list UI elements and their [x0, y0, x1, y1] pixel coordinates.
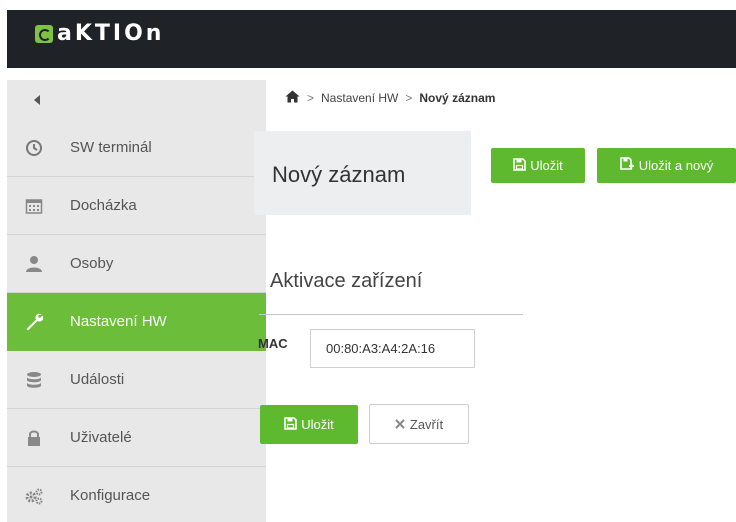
lock-icon	[24, 428, 44, 448]
breadcrumb-current: Nový záznam	[419, 91, 496, 105]
top-bar: aKTIOn	[0, 0, 736, 68]
gears-icon	[24, 486, 44, 506]
sidebar-item-konfigurace[interactable]: Konfigurace	[7, 467, 266, 522]
mac-label: MAC	[258, 336, 288, 351]
page-title: Nový záznam	[272, 162, 406, 187]
chevron-left-icon	[34, 94, 40, 105]
logo[interactable]: aKTIOn	[35, 21, 164, 46]
person-icon	[24, 254, 44, 274]
breadcrumb-link-nastaveni-hw[interactable]: Nastavení HW	[321, 91, 398, 105]
section-title: Aktivace zařízení	[270, 270, 423, 292]
floppy-icon	[513, 157, 527, 174]
save-button-label: Uložit	[530, 158, 563, 173]
wrench-icon	[24, 312, 44, 332]
sidebar-item-label: Události	[70, 371, 125, 388]
sidebar-item-label: Docházka	[70, 197, 137, 214]
sidebar-item-label: Uživatelé	[70, 429, 132, 446]
logo-text: aKTIOn	[57, 21, 165, 46]
sidebar-item-uzivatele[interactable]: Uživatelé	[7, 409, 266, 467]
section-divider	[259, 314, 523, 315]
close-icon	[395, 419, 405, 429]
home-icon[interactable]	[285, 90, 300, 106]
save-button[interactable]: Uložit	[491, 148, 585, 183]
sidebar-item-label: Konfigurace	[70, 487, 151, 504]
database-icon	[24, 370, 44, 390]
floppy-icon	[284, 416, 298, 433]
sidebar-item-nastaveni-hw[interactable]: Nastavení HW	[7, 293, 266, 351]
sidebar-item-osoby[interactable]: Osoby	[7, 235, 266, 293]
sidebar-item-label: SW terminál	[70, 139, 152, 156]
logo-icon	[35, 24, 53, 43]
clock-icon	[24, 138, 44, 158]
header: aKTIOn	[7, 10, 736, 68]
form-save-button-label: Uložit	[301, 417, 334, 432]
sidebar-item-label: Nastavení HW	[70, 313, 167, 330]
sidebar-item-label: Osoby	[70, 255, 114, 272]
save-and-new-button-label: Uložit a nový	[638, 158, 714, 173]
sidebar: SW terminál Docházka Osoby Nastavení HW …	[7, 80, 266, 522]
form-save-button[interactable]: Uložit	[260, 405, 358, 444]
sidebar-item-sw-terminal[interactable]: SW terminál	[7, 119, 266, 177]
calendar-icon	[24, 196, 44, 216]
close-button[interactable]: Zavřít	[369, 404, 469, 444]
close-button-label: Zavřít	[409, 416, 444, 432]
save-and-new-button[interactable]: Uložit a nový	[597, 148, 736, 183]
breadcrumb-separator: >	[307, 91, 315, 105]
page-title-box: Nový záznam	[254, 131, 471, 215]
sidebar-item-dochazka[interactable]: Docházka	[7, 177, 266, 235]
floppy-plus-icon	[619, 157, 635, 174]
mac-field[interactable]	[310, 329, 475, 368]
sidebar-item-udalosti[interactable]: Události	[7, 351, 266, 409]
breadcrumb-separator: >	[405, 91, 413, 105]
sidebar-collapse-button[interactable]	[7, 80, 266, 119]
breadcrumb: > Nastavení HW > Nový záznam	[285, 90, 495, 106]
